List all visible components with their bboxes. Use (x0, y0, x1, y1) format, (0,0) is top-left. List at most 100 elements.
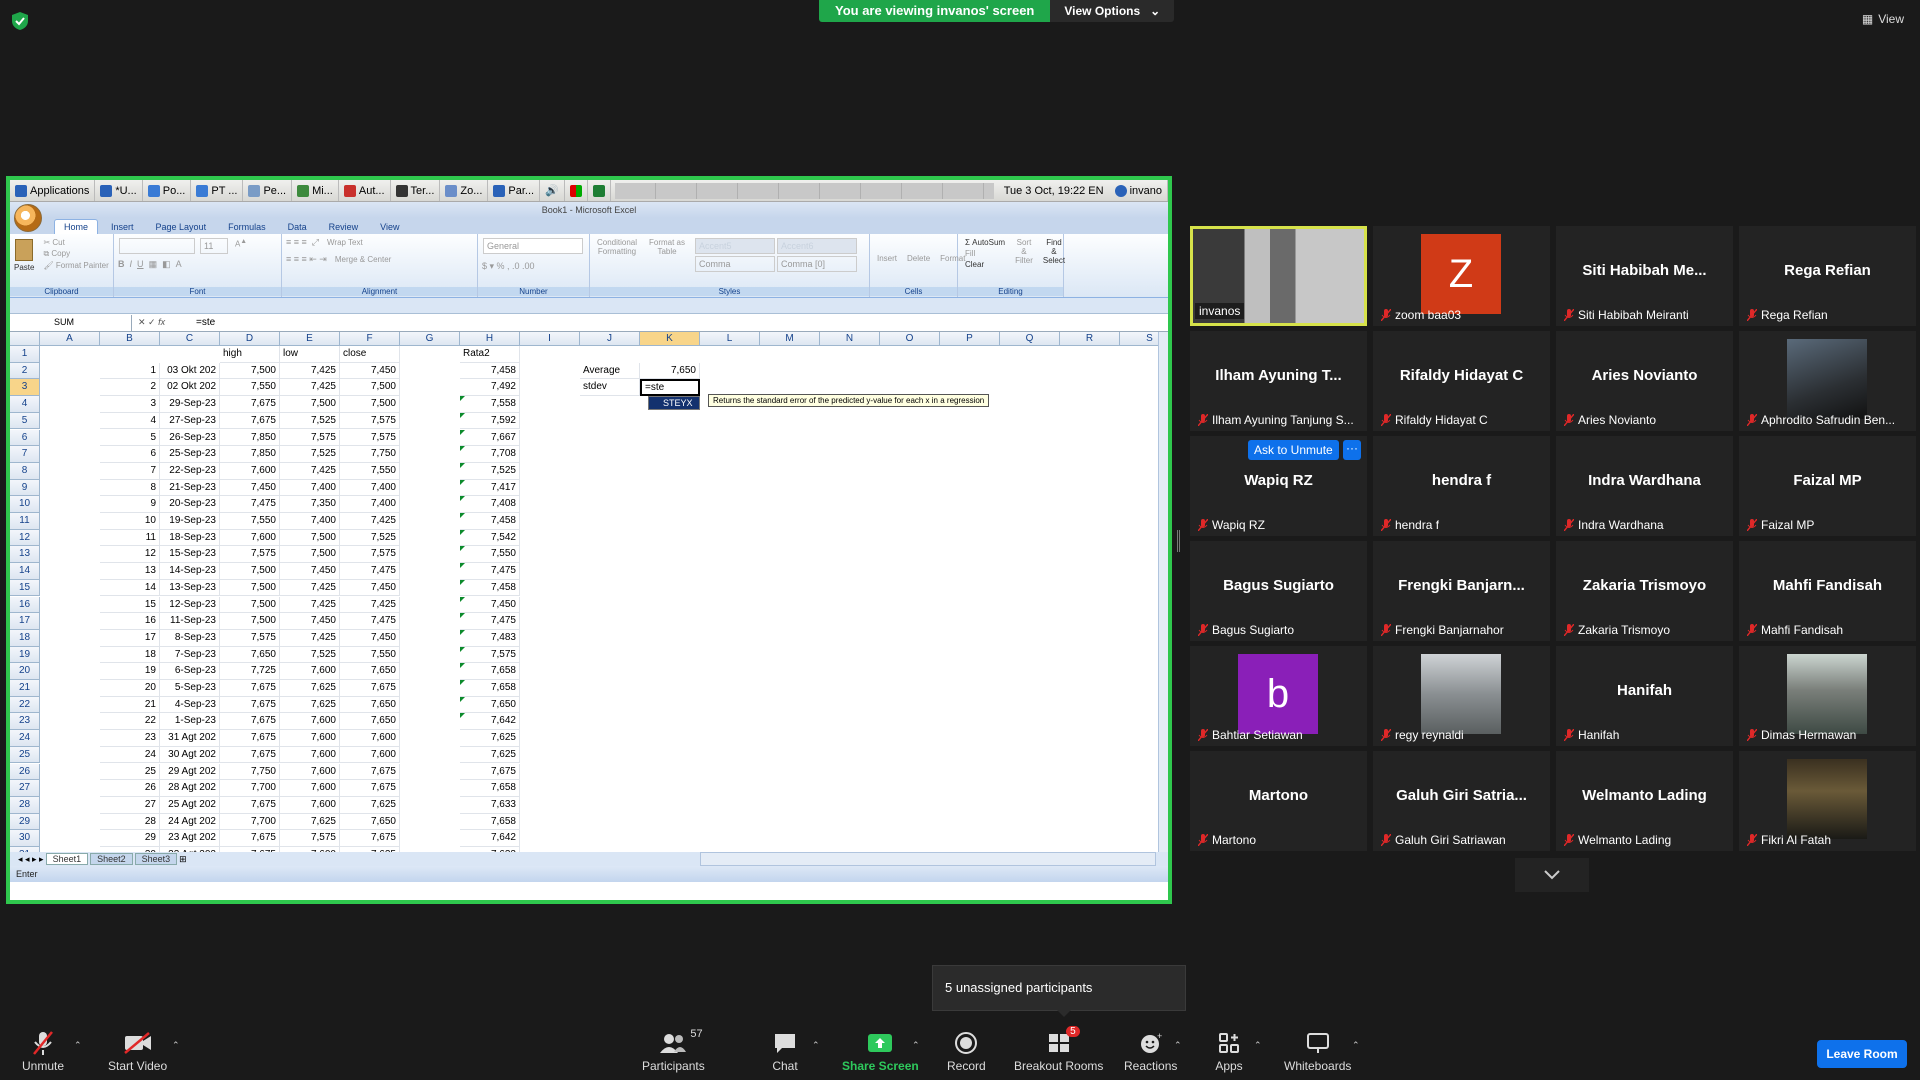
index-cell[interactable]: 24 (100, 746, 160, 764)
close-cell[interactable]: 7,750 (340, 446, 400, 463)
average-cell[interactable]: 7,708 (460, 446, 520, 463)
video-options-caret[interactable]: ⌃ (172, 1040, 180, 1051)
close-cell[interactable]: 7,475 (340, 613, 400, 630)
average-cell[interactable]: 7,675 (460, 763, 520, 781)
share-options-caret[interactable]: ⌃ (912, 1040, 920, 1051)
participant-tile-aphrodito[interactable]: Aphrodito Safrudin Ben... (1739, 331, 1916, 431)
date-cell[interactable]: 5-Sep-23 (160, 680, 220, 697)
clear-button[interactable]: Clear (965, 260, 984, 269)
unmute-button[interactable]: Unmute (22, 1030, 64, 1073)
index-cell[interactable]: 11 (100, 529, 160, 547)
formula-icons[interactable]: ✕ ✓ fx (132, 317, 192, 328)
chat-button[interactable]: Chat (770, 1030, 800, 1073)
index-cell[interactable]: 8 (100, 479, 160, 497)
participant-tile-galuh[interactable]: Galuh Giri Satria... Galuh Giri Satriawan (1373, 751, 1550, 851)
low-cell[interactable]: 7,400 (280, 479, 340, 497)
high-cell[interactable]: 7,500 (220, 579, 280, 597)
low-cell[interactable]: 7,425 (280, 579, 340, 597)
find-select-button[interactable]: Find & Select (1043, 238, 1065, 269)
average-cell[interactable]: 7,592 (460, 412, 520, 430)
column-header[interactable]: H (460, 332, 520, 346)
row-header[interactable]: 1 (10, 346, 40, 363)
high-cell[interactable]: 7,600 (220, 529, 280, 547)
format-as-table-button[interactable]: Format as Table (647, 238, 687, 272)
close-cell[interactable]: 7,625 (340, 796, 400, 814)
sheet-tab-sheet3[interactable]: Sheet3 (134, 853, 178, 865)
index-cell[interactable]: 28 (100, 813, 160, 831)
index-cell[interactable]: 22 (100, 713, 160, 731)
average-cell[interactable]: 7,658 (460, 680, 520, 697)
vertical-scrollbar[interactable] (1158, 332, 1168, 852)
number-format-icons[interactable]: $ ▾ % , .0 .00 (482, 261, 585, 272)
high-cell[interactable]: 7,575 (220, 629, 280, 647)
taskbar-item[interactable]: Ter... (391, 180, 441, 201)
close-cell[interactable]: 7,500 (340, 396, 400, 413)
close-cell[interactable]: 7,425 (340, 596, 400, 614)
close-cell[interactable]: 7,450 (340, 579, 400, 597)
ribbon-tab-data[interactable]: Data (279, 220, 316, 234)
conditional-formatting-button[interactable]: Conditional Formatting (597, 238, 637, 272)
record-button[interactable]: Record (947, 1030, 986, 1073)
column-title-cell[interactable]: Rata2 (460, 346, 520, 363)
autocomplete-item-steyx[interactable]: STEYX (649, 397, 699, 410)
index-cell[interactable]: 17 (100, 629, 160, 647)
date-cell[interactable]: 8-Sep-23 (160, 629, 220, 647)
row-header[interactable]: 10 (10, 496, 40, 513)
index-cell[interactable]: 18 (100, 646, 160, 664)
monitor-icon[interactable] (565, 180, 588, 201)
gallery-next-page-button[interactable] (1515, 858, 1589, 892)
participant-tile-indra[interactable]: Indra Wardhana Indra Wardhana (1556, 436, 1733, 536)
sort-filter-button[interactable]: Sort & Filter (1015, 238, 1033, 269)
index-cell[interactable]: 7 (100, 462, 160, 480)
index-cell[interactable]: 27 (100, 796, 160, 814)
high-cell[interactable]: 7,675 (220, 713, 280, 731)
average-value-cell[interactable]: 7,650 (640, 362, 700, 380)
formula-input[interactable]: =ste (192, 317, 215, 328)
low-cell[interactable]: 7,425 (280, 379, 340, 397)
taskbar-item[interactable]: Po... (143, 180, 192, 201)
average-cell[interactable]: 7,642 (460, 713, 520, 731)
low-cell[interactable]: 7,625 (280, 813, 340, 831)
sheet-tab-sheet2[interactable]: Sheet2 (90, 853, 133, 865)
stdev-label-cell[interactable]: stdev (580, 379, 640, 397)
high-cell[interactable]: 7,675 (220, 746, 280, 764)
average-cell[interactable]: 7,458 (460, 362, 520, 380)
low-cell[interactable]: 7,450 (280, 613, 340, 630)
close-cell[interactable]: 7,500 (340, 379, 400, 397)
function-autocomplete[interactable]: STEYX (648, 396, 700, 411)
reactions-button[interactable]: + Reactions (1124, 1030, 1177, 1073)
row-header[interactable]: 26 (10, 763, 40, 781)
ribbon-tab-view[interactable]: View (371, 220, 408, 234)
italic-button[interactable]: I (130, 259, 133, 269)
close-cell[interactable]: 7,650 (340, 713, 400, 731)
low-cell[interactable]: 7,425 (280, 596, 340, 614)
row-header[interactable]: 2 (10, 362, 40, 380)
start-video-button[interactable]: Start Video (108, 1030, 167, 1073)
date-cell[interactable]: 6-Sep-23 (160, 663, 220, 680)
style-accent5[interactable]: Accent5 (695, 238, 775, 254)
high-cell[interactable]: 7,675 (220, 730, 280, 747)
close-cell[interactable]: 7,650 (340, 813, 400, 831)
view-options-button[interactable]: View Options ⌄ (1050, 0, 1175, 22)
ribbon-tab-home[interactable]: Home (54, 219, 99, 234)
average-cell[interactable]: 7,450 (460, 596, 520, 614)
date-cell[interactable]: 22-Sep-23 (160, 462, 220, 480)
style-comma[interactable]: Comma (695, 256, 775, 272)
gallery-splitter[interactable] (1177, 530, 1180, 552)
view-button[interactable]: ▦ View (1862, 12, 1904, 26)
column-header[interactable]: R (1060, 332, 1120, 346)
average-cell[interactable]: 7,667 (460, 429, 520, 447)
index-cell[interactable]: 3 (100, 396, 160, 413)
close-cell[interactable]: 7,575 (340, 546, 400, 564)
row-header[interactable]: 18 (10, 629, 40, 647)
high-cell[interactable]: 7,675 (220, 680, 280, 697)
row-header[interactable]: 21 (10, 680, 40, 697)
participant-tile-fikri[interactable]: Fikri Al Fatah (1739, 751, 1916, 851)
date-cell[interactable]: 25-Sep-23 (160, 446, 220, 463)
whiteboards-options-caret[interactable]: ⌃ (1352, 1040, 1360, 1051)
participant-more-button[interactable]: ··· (1343, 440, 1361, 460)
high-cell[interactable]: 7,500 (220, 613, 280, 630)
index-cell[interactable]: 16 (100, 613, 160, 630)
date-cell[interactable]: 24 Agt 202 (160, 813, 220, 831)
index-cell[interactable]: 19 (100, 663, 160, 680)
